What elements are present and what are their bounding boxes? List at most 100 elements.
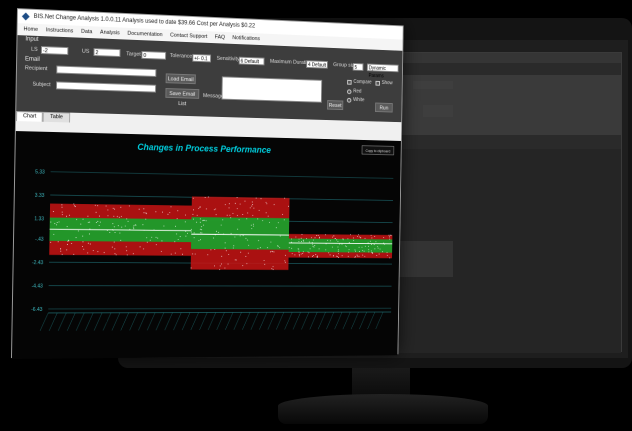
email-group-label: Email [24,56,40,63]
white-label: White [353,97,365,104]
floor-hatch [191,313,199,331]
floor-hatch [156,313,164,331]
menu-data[interactable]: Data [77,29,96,36]
floor-hatch [234,312,242,329]
recipient-input[interactable] [56,65,157,77]
floor-hatch [130,313,138,331]
compare-checkbox-icon [347,79,352,85]
show-label: Show [381,80,393,87]
inner-band [288,238,393,253]
us-input[interactable]: 2 [93,48,121,58]
floor-hatch [182,313,190,331]
run-button[interactable]: Run [375,102,393,113]
floor-hatch [67,313,75,331]
floor-hatch [343,312,350,329]
floor-hatch [217,312,225,329]
white-option[interactable]: White [346,97,365,104]
ghost-field [413,81,453,89]
grid-line [51,172,394,179]
white-radio-icon [346,97,352,103]
floor-hatch [376,312,383,329]
input-group-label: Input [25,36,39,43]
menu-notifications[interactable]: Notifications [229,35,264,42]
sensitivity-select[interactable]: 6 Default [238,56,265,66]
y-tick-label: 3.33 [35,193,45,199]
settings-panel: Input LS -2 US 2 Target 0 Tolerance +/- … [16,35,403,123]
grid-line [48,308,391,309]
floor-hatch [318,312,325,329]
menu-contact-support[interactable]: Contact Support [166,32,211,40]
floor-edge [48,312,391,313]
floor-hatch [94,313,102,331]
floor-hatch [251,312,259,329]
subject-input[interactable] [55,81,157,93]
tolerance-label: Tolerance [169,53,193,60]
target-input[interactable]: 0 [141,50,167,60]
floor-hatch [242,312,250,329]
recipient-label: Recipient [24,65,48,73]
y-tick-label: -4.43 [32,284,44,290]
load-email-button[interactable]: Load Email [165,73,196,85]
ls-input[interactable]: -2 [40,46,69,56]
subject-label: Subject [32,81,51,89]
tab-chart[interactable]: Chart [16,111,44,122]
floor-hatch [76,313,84,331]
mode-select[interactable]: Dynamic Params [366,63,399,79]
menu-instructions[interactable]: Instructions [42,27,77,34]
floor-hatch [103,313,111,331]
compare-label: Compare [353,79,372,86]
monitor-base [278,394,488,424]
floor-hatch [165,313,173,331]
floor-hatch [259,312,267,329]
menu-home[interactable]: Home [20,26,42,33]
floor-hatch [173,313,181,331]
floor-hatch [208,312,216,329]
floor-hatch [199,313,207,331]
tab-table[interactable]: Table [43,111,70,123]
app-window: BIS.Net Change Analysis 1.0.0.11 Analysi… [10,8,404,360]
reset-button[interactable]: Reset [327,100,344,111]
floor-hatch [368,312,375,329]
ghost-button [423,105,453,117]
ls-label: LS [31,46,38,53]
menu-faq[interactable]: FAQ [211,34,229,41]
us-label: US [81,48,90,55]
floor-hatch [326,312,333,329]
floor-hatch [112,313,120,331]
floor-hatch [121,313,129,331]
group-size-select[interactable]: 5 [352,62,364,71]
y-tick-label: -2.43 [32,260,44,266]
floor-hatch [49,313,57,331]
y-tick-label: -6.43 [31,307,43,313]
max-duration-select[interactable]: 4 Default [306,60,328,69]
tolerance-select[interactable]: +/- 0.1 [192,53,212,63]
red-label: Red [353,88,362,95]
compare-option[interactable]: Compare [347,79,372,86]
floor-hatch [58,313,66,331]
floor-hatch [351,312,358,329]
target-label: Target [126,51,141,58]
floor-hatch [335,312,342,329]
inner-band [191,217,290,250]
menu-documentation[interactable]: Documentation [124,31,167,39]
floor-hatch [310,312,317,329]
y-tick-label: 5.33 [35,169,45,175]
sensitivity-label: Sensitivity [216,55,240,63]
floor-hatch [40,313,48,331]
chart-area: Changes in Process Performance Copy to cl… [11,131,401,360]
process-chart: Changes in Process Performance Copy to cl… [31,142,401,359]
red-option[interactable]: Red [346,88,362,95]
floor-hatch [85,313,93,331]
message-input[interactable] [221,76,323,103]
floor-hatch [301,312,309,329]
copy-clipboard-label: Copy to clipboard [366,149,391,153]
grid-line [49,286,392,287]
y-tick-label: -.43 [35,237,44,243]
menu-analysis[interactable]: Analysis [96,29,123,37]
save-email-list-button[interactable]: Save Email List [165,88,200,107]
chart-title: Changes in Process Performance [137,142,271,155]
floor-hatch [147,313,155,331]
show-option[interactable]: Show [375,80,393,87]
red-radio-icon [346,88,352,94]
floor-hatch [285,312,293,329]
